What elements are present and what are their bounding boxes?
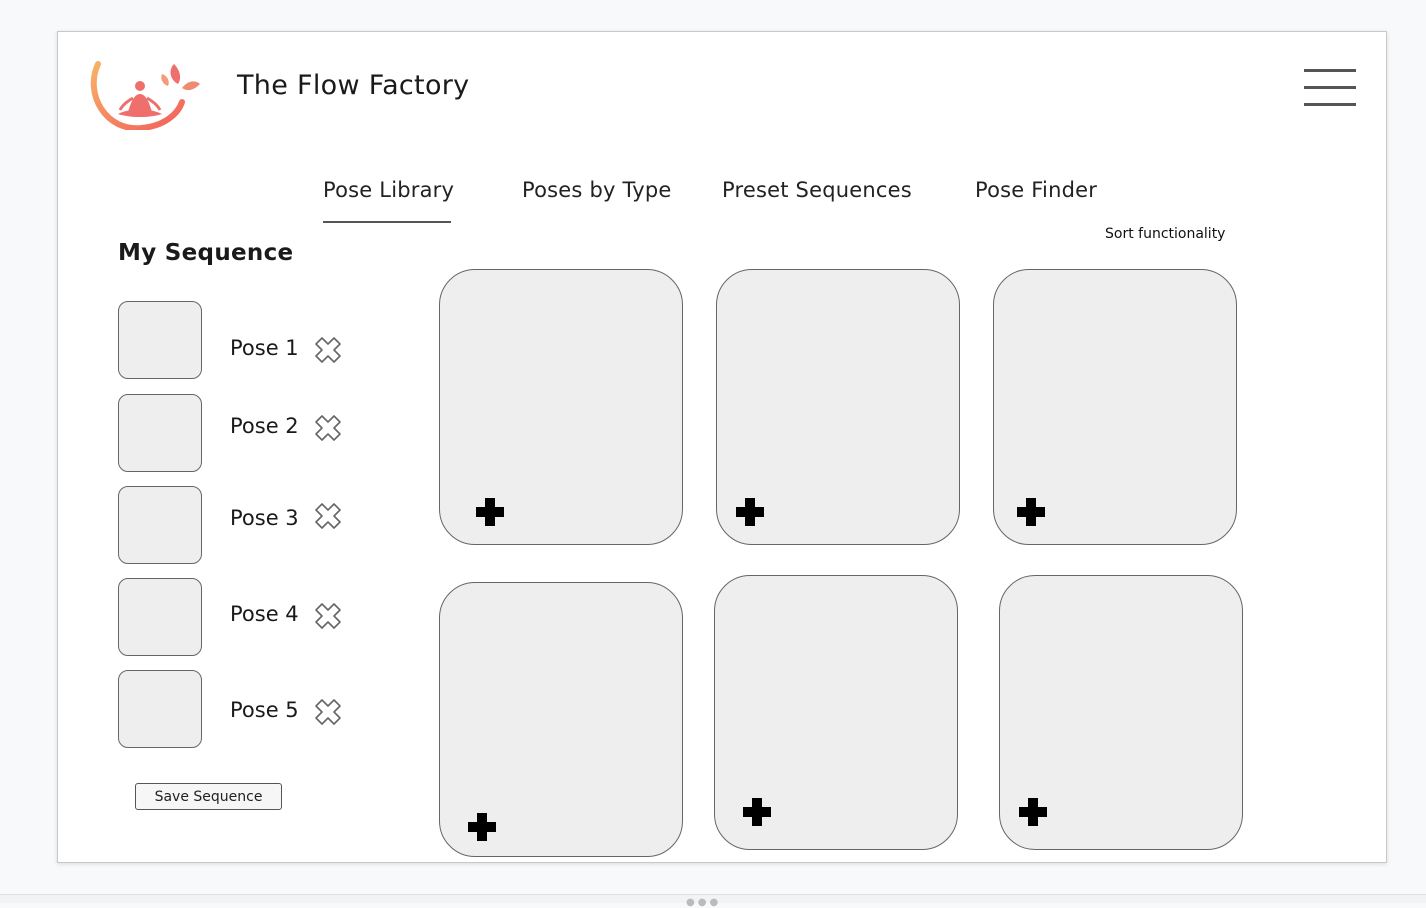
sequence-pose-label: Pose 5 (230, 698, 299, 722)
sequence-pose-thumbnail (118, 486, 202, 564)
sequence-pose-thumbnail (118, 301, 202, 379)
pose-card[interactable] (439, 582, 683, 857)
tab-pose-library[interactable]: Pose Library (323, 178, 454, 202)
tab-pose-finder[interactable]: Pose Finder (975, 178, 1097, 202)
add-pose-icon[interactable] (1016, 497, 1046, 527)
remove-pose-icon[interactable] (314, 698, 342, 726)
app-window: The Flow Factory Pose Library Poses by T… (57, 31, 1387, 863)
sequence-pose-thumbnail (118, 578, 202, 656)
remove-pose-icon[interactable] (314, 336, 342, 364)
sequence-pose-thumbnail (118, 670, 202, 748)
my-sequence-title: My Sequence (118, 240, 294, 266)
sequence-pose-thumbnail (118, 394, 202, 472)
pose-card[interactable] (993, 269, 1237, 545)
pose-card[interactable] (714, 575, 958, 850)
remove-pose-icon[interactable] (314, 502, 342, 530)
add-pose-icon[interactable] (467, 812, 497, 842)
save-sequence-button[interactable]: Save Sequence (135, 783, 282, 810)
app-title: The Flow Factory (237, 70, 470, 101)
remove-pose-icon[interactable] (314, 602, 342, 630)
sequence-pose-label: Pose 2 (230, 414, 299, 438)
pose-card[interactable] (999, 575, 1243, 850)
add-pose-icon[interactable] (735, 497, 765, 527)
pose-card[interactable] (439, 269, 683, 545)
add-pose-icon[interactable] (475, 497, 505, 527)
add-pose-icon[interactable] (1018, 797, 1048, 827)
tab-preset-sequences[interactable]: Preset Sequences (722, 178, 912, 202)
tab-poses-by-type[interactable]: Poses by Type (522, 178, 672, 202)
sequence-pose-label: Pose 1 (230, 336, 299, 360)
remove-pose-icon[interactable] (314, 414, 342, 442)
add-pose-icon[interactable] (742, 797, 772, 827)
active-tab-indicator (323, 221, 451, 223)
sequence-pose-label: Pose 4 (230, 602, 299, 626)
hamburger-menu-icon[interactable] (1304, 67, 1356, 107)
resize-handle-icon[interactable]: ●●● (686, 897, 721, 908)
pose-card[interactable] (716, 269, 960, 545)
meditation-lotus-logo (90, 61, 200, 130)
sort-functionality[interactable]: Sort functionality (1105, 226, 1225, 242)
sequence-pose-label: Pose 3 (230, 506, 299, 530)
